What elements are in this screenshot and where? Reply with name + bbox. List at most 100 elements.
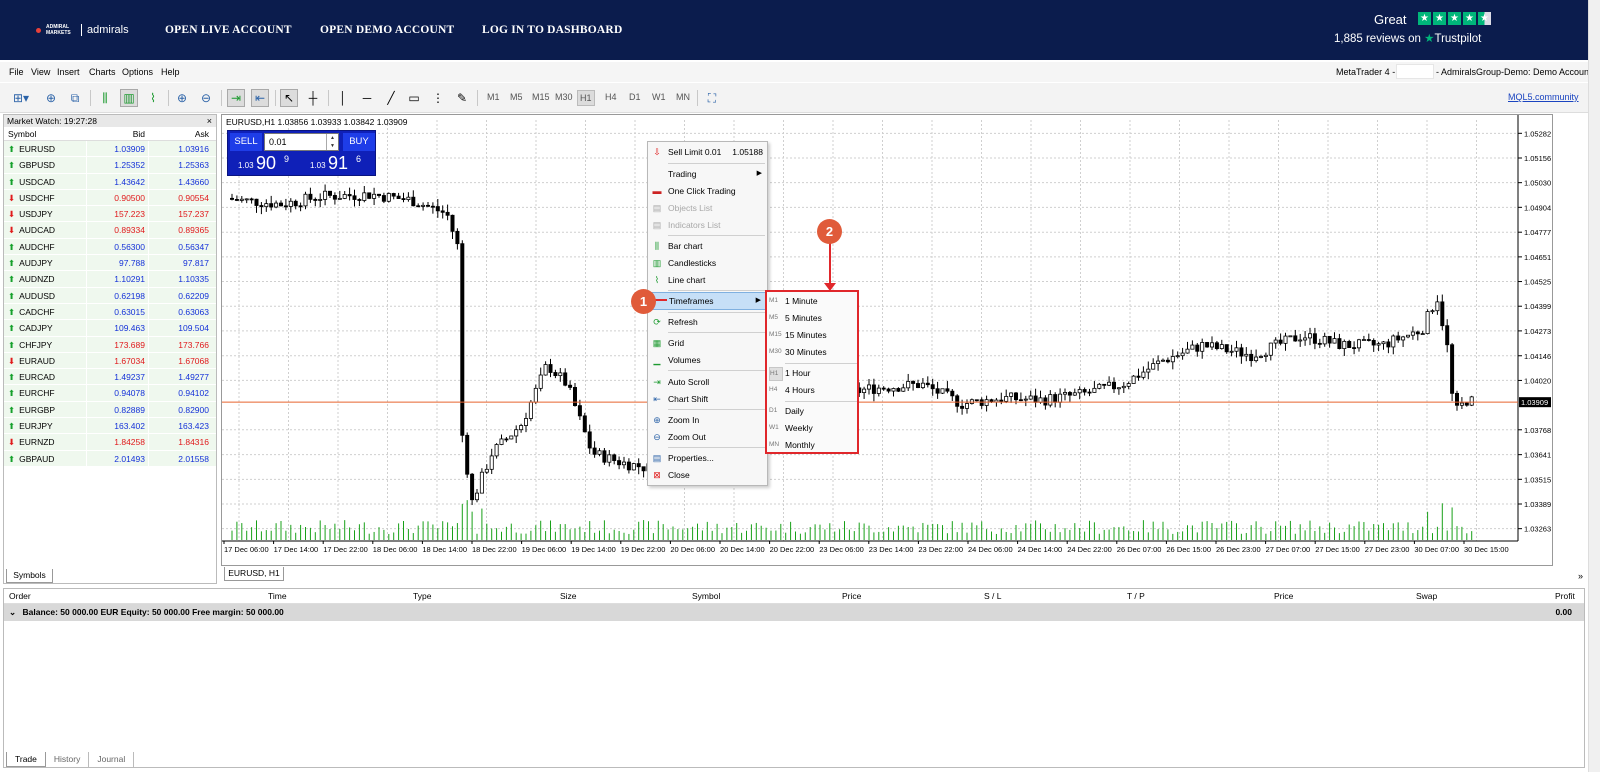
lot-size-input[interactable]: 0.01 ▲ ▼: [264, 133, 339, 151]
tab-trade[interactable]: Trade: [6, 752, 46, 767]
chart-tab-eurusd-h1[interactable]: EURUSD, H1: [224, 567, 284, 581]
column-order[interactable]: Order: [9, 591, 31, 601]
column-profit[interactable]: Profit: [1555, 591, 1575, 601]
market-watch-row[interactable]: ⬆ CHFJPY 173.689 173.766: [4, 336, 216, 353]
column-price[interactable]: Price: [842, 591, 861, 601]
balance-row[interactable]: ⌄ Balance: 50 000.00 EUR Equity: 50 000.…: [4, 604, 1584, 621]
menu-item-candlesticks[interactable]: ▥ Candlesticks: [648, 255, 767, 271]
zoom-out-tool-icon[interactable]: ⊖: [197, 89, 215, 107]
menu-item-zoom-out[interactable]: ⊖ Zoom Out: [648, 429, 767, 445]
symbols-tab[interactable]: Symbols: [6, 569, 53, 583]
column-ask[interactable]: Ask: [148, 127, 214, 140]
timeframe-mn-button[interactable]: MN: [674, 90, 692, 104]
menu-item-grid[interactable]: ▦ Grid: [648, 335, 767, 351]
submenu-item-30-minutes[interactable]: M30 30 Minutes: [767, 344, 857, 360]
menu-item-properties[interactable]: ▤ Properties...: [648, 450, 767, 466]
log-in-dashboard-link[interactable]: LOG IN TO DASHBOARD: [482, 24, 622, 36]
menu-view[interactable]: View: [31, 67, 50, 77]
close-icon[interactable]: ×: [207, 115, 212, 127]
chart-tabs-scroll-icon[interactable]: »: [1578, 571, 1583, 581]
timeframe-m15-button[interactable]: M15: [530, 90, 552, 104]
column-bid[interactable]: Bid: [86, 127, 148, 140]
text-label-icon[interactable]: ▭: [405, 89, 423, 107]
new-chart-icon[interactable]: ⊞▾: [8, 89, 34, 107]
sell-button[interactable]: SELL: [230, 133, 262, 151]
column-symbol[interactable]: Symbol: [4, 127, 86, 140]
chart-shift-tool-icon[interactable]: ⇤: [251, 89, 269, 107]
market-watch-row[interactable]: ⬆ AUDNZD 1.10291 1.10335: [4, 271, 216, 288]
market-watch-row[interactable]: ⬆ USDCAD 1.43642 1.43660: [4, 173, 216, 190]
price-chart[interactable]: 1.05282 1.05156 1.05030 1.04904 1.04777 1.046…: [222, 115, 1554, 567]
market-watch-row[interactable]: ⬆ GBPUSD 1.25352 1.25363: [4, 157, 216, 174]
menu-options[interactable]: Options: [122, 67, 153, 77]
market-watch-row[interactable]: ⬆ AUDUSD 0.62198 0.62209: [4, 287, 216, 304]
column-swap[interactable]: Swap: [1416, 591, 1437, 601]
column-symbol[interactable]: Symbol: [692, 591, 720, 601]
timeframe-h4-button[interactable]: H4: [603, 90, 619, 104]
market-watch-row[interactable]: ⬆ CADCHF 0.63015 0.63063: [4, 303, 216, 321]
admirals-logo[interactable]: ADMIRAL MARKETS admirals: [36, 24, 129, 36]
lot-stepper-icon[interactable]: ▲ ▼: [326, 134, 338, 150]
market-watch-row[interactable]: ⬆ EURJPY 163.402 163.423: [4, 418, 216, 435]
mql5-community-link[interactable]: MQL5.community: [1508, 92, 1579, 102]
buy-price-button[interactable]: 1.03 91 6: [302, 152, 372, 175]
submenu-item-monthly[interactable]: MN Monthly: [767, 437, 857, 453]
menu-item-objects-list[interactable]: ▤ Objects List: [648, 200, 767, 216]
column-time[interactable]: Time: [268, 591, 287, 601]
market-watch-row[interactable]: ⬆ EURGBP 0.82889 0.82900: [4, 401, 216, 419]
submenu-item-15-minutes[interactable]: M15 15 Minutes: [767, 327, 857, 343]
menu-item-indicators-list[interactable]: ▤ Indicators List: [648, 217, 767, 233]
market-watch-row[interactable]: ⬇ AUDCAD 0.89334 0.89365: [4, 222, 216, 239]
menu-item-trading[interactable]: Trading ▶: [648, 166, 767, 182]
market-watch-row[interactable]: ⬆ AUDJPY 97.788 97.817: [4, 255, 216, 272]
zoom-in-tool-icon[interactable]: ⊕: [173, 89, 191, 107]
page-scrollbar[interactable]: [1588, 0, 1600, 772]
sell-price-button[interactable]: 1.03 90 9: [230, 152, 300, 175]
timeframe-d1-button[interactable]: D1: [627, 90, 643, 104]
menu-item-timeframes[interactable]: Timeframes ▶: [648, 292, 767, 310]
timeframe-m5-button[interactable]: M5: [508, 90, 525, 104]
column-type[interactable]: Type: [413, 591, 431, 601]
menu-item-one-click-trading[interactable]: ▬ One Click Trading: [648, 183, 767, 199]
submenu-item-daily[interactable]: D1 Daily: [767, 403, 857, 419]
chart-window[interactable]: 1.05282 1.05156 1.05030 1.04904 1.04777 1.046…: [221, 114, 1553, 566]
submenu-item-1-minute[interactable]: M1 1 Minute: [767, 293, 857, 309]
horizontal-line-icon[interactable]: ─: [358, 89, 376, 107]
shapes-icon[interactable]: ✎: [453, 89, 471, 107]
menu-item-close[interactable]: ⊠ Close: [648, 467, 767, 483]
trendline-icon[interactable]: ╱: [382, 89, 400, 107]
timeframe-m1-button[interactable]: M1: [485, 90, 502, 104]
submenu-item-1-hour[interactable]: H1 1 Hour: [767, 365, 857, 381]
timeframe-m30-button[interactable]: M30: [553, 90, 575, 104]
buy-button[interactable]: BUY: [343, 133, 375, 151]
market-watch-row[interactable]: ⬆ EURCHF 0.94078 0.94102: [4, 385, 216, 402]
market-watch-row[interactable]: ⬇ EURAUD 1.67034 1.67068: [4, 352, 216, 370]
market-watch-row[interactable]: ⬆ EURCAD 1.49237 1.49277: [4, 369, 216, 386]
column-take-profit[interactable]: T / P: [1127, 591, 1145, 601]
menu-item-auto-scroll[interactable]: ⇥ Auto Scroll: [648, 374, 767, 390]
line-chart-mode-icon[interactable]: ⌇: [144, 89, 162, 107]
collapse-chevron-icon[interactable]: ⌄: [4, 607, 16, 617]
menu-item-sell-limit[interactable]: ⇩ Sell Limit 0.01 1.05188: [648, 144, 767, 160]
market-watch-row[interactable]: ⬇ USDCHF 0.90500 0.90554: [4, 189, 216, 207]
column-current-price[interactable]: Price: [1274, 591, 1293, 601]
crosshair-tool-icon[interactable]: ┼: [304, 89, 322, 107]
market-watch-row[interactable]: ⬆ CADJPY 109.463 109.504: [4, 320, 216, 337]
trustpilot-reviews[interactable]: 1,885 reviews on ★Trustpilot: [1334, 31, 1481, 45]
submenu-item-weekly[interactable]: W1 Weekly: [767, 420, 857, 436]
column-size[interactable]: Size: [560, 591, 577, 601]
timeframe-w1-button[interactable]: W1: [650, 90, 668, 104]
vertical-line-icon[interactable]: │: [334, 89, 352, 107]
tab-journal[interactable]: Journal: [89, 752, 135, 767]
menu-help[interactable]: Help: [161, 67, 180, 77]
submenu-item-4-hours[interactable]: H4 4 Hours: [767, 382, 857, 398]
menu-insert[interactable]: Insert: [57, 67, 80, 77]
tab-history[interactable]: History: [46, 752, 90, 767]
cursor-tool-icon[interactable]: ↖: [280, 89, 298, 107]
market-watch-row[interactable]: ⬇ USDJPY 157.223 157.237: [4, 206, 216, 223]
profiles-icon[interactable]: ⊕: [42, 89, 60, 107]
fullscreen-icon[interactable]: ⛶: [703, 89, 721, 107]
open-demo-account-link[interactable]: OPEN DEMO ACCOUNT: [320, 24, 454, 36]
market-watch-row[interactable]: ⬆ AUDCHF 0.56300 0.56347: [4, 238, 216, 256]
bar-chart-mode-icon[interactable]: ⫼: [96, 89, 114, 107]
